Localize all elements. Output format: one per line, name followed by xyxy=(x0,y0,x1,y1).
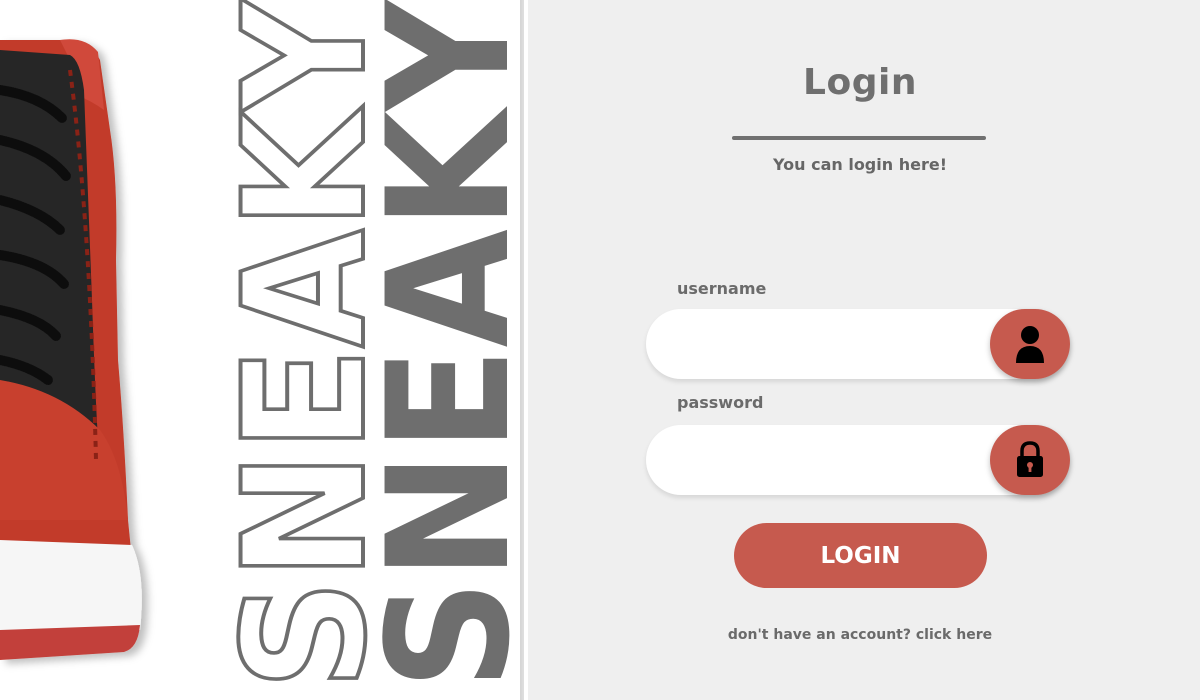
sneaker-image xyxy=(0,39,142,660)
brand-panel: SNEAKY SNEAKY xyxy=(0,0,524,700)
password-field xyxy=(646,425,1070,497)
signup-link[interactable]: don't have an account? click here xyxy=(528,627,1192,643)
lock-icon xyxy=(990,425,1070,495)
username-field xyxy=(646,309,1070,381)
title-divider xyxy=(732,136,986,140)
login-subtitle: You can login here! xyxy=(773,155,947,174)
username-input[interactable] xyxy=(672,309,976,381)
login-title: Login xyxy=(803,62,917,103)
login-page: SNEAKY SNEAKY Login You can login here! … xyxy=(0,0,1200,700)
password-label: password xyxy=(677,393,764,412)
sneaky-wordmark: SNEAKY SNEAKY xyxy=(220,0,520,692)
panel-divider xyxy=(520,0,524,700)
login-panel: Login You can login here! username passw… xyxy=(528,0,1200,700)
wordmark-solid: SNEAKY xyxy=(351,0,520,690)
username-label: username xyxy=(677,279,767,298)
user-icon xyxy=(990,309,1070,379)
password-input[interactable] xyxy=(672,425,976,497)
login-button[interactable]: LOGIN xyxy=(734,523,987,588)
